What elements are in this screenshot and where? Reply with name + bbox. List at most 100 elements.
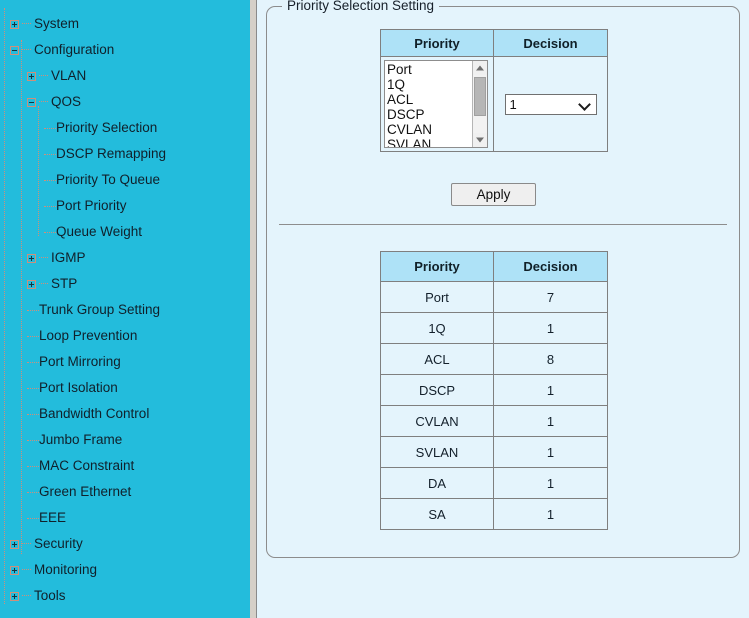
expand-plus-icon[interactable] [27, 253, 36, 263]
sidebar-item-vlan[interactable]: VLAN [0, 63, 250, 89]
priority-listbox[interactable]: Port 1Q ACL DSCP CVLAN SVLAN [384, 60, 488, 148]
tree-connector-icon [39, 283, 48, 285]
listbox-option[interactable]: CVLAN [387, 122, 472, 137]
expand-plus-icon[interactable] [27, 71, 36, 81]
expand-plus-icon[interactable] [10, 19, 19, 29]
main-content: Priority Selection Setting Priority Deci… [257, 0, 749, 618]
expand-plus-icon[interactable] [10, 539, 19, 549]
cell-priority: DSCP [380, 374, 494, 406]
scroll-up-button[interactable] [473, 61, 487, 75]
sidebar-item-igmp[interactable]: IGMP [0, 245, 250, 271]
sidebar-item-label: DSCP Remapping [56, 146, 167, 161]
scrollbar-thumb[interactable] [474, 77, 486, 116]
chevron-down-icon [579, 98, 591, 110]
sidebar-item-loop-prevention[interactable]: Loop Prevention [0, 323, 250, 349]
sidebar-item-stp[interactable]: STP [0, 271, 250, 297]
cell-priority: 1Q [380, 312, 494, 344]
table-header-row: Priority Decision [380, 29, 608, 57]
table-row: DA 1 [380, 467, 608, 499]
apply-button[interactable]: Apply [451, 183, 536, 206]
page-title: Priority Selection Setting [282, 0, 440, 13]
listbox-option[interactable]: SVLAN [387, 137, 472, 147]
result-header-decision: Decision [493, 251, 608, 282]
tree-connector-icon [22, 543, 31, 545]
sidebar-item-monitoring[interactable]: Monitoring [0, 557, 250, 583]
expand-plus-icon[interactable] [10, 591, 19, 601]
table-row: Port 7 [380, 281, 608, 313]
sidebar-item-configuration[interactable]: Configuration [0, 37, 250, 63]
expand-plus-icon[interactable] [27, 279, 36, 289]
tree-leaf-connector-icon [27, 306, 39, 315]
sidebar-item-label: System [34, 16, 80, 31]
sidebar-item-tools[interactable]: Tools [0, 583, 250, 609]
arrow-down-icon [476, 137, 484, 143]
listbox-option[interactable]: ACL [387, 92, 472, 107]
section-separator [279, 224, 727, 225]
sidebar-item-mac-constraint[interactable]: MAC Constraint [0, 453, 250, 479]
tree-leaf-connector-icon [44, 202, 56, 211]
sidebar-item-label: VLAN [51, 68, 87, 83]
listbox-scrollbar[interactable] [472, 61, 487, 147]
cell-priority: DA [380, 467, 494, 499]
result-table-body: Port 7 1Q 1 ACL 8 DSCP 1 CVLAN 1 SVLAN 1 DA 1 SA 1 [380, 281, 608, 530]
cell-decision: 1 [493, 405, 608, 437]
sidebar-tree: System Configuration VLAN QOS Priority Selec… [0, 11, 250, 609]
sidebar-item-port-mirroring[interactable]: Port Mirroring [0, 349, 250, 375]
cell-priority: Port [380, 281, 494, 313]
tree-leaf-connector-icon [27, 332, 39, 341]
tree-connector-icon [39, 101, 48, 103]
tree-leaf-connector-icon [27, 384, 39, 393]
sidebar-item-system[interactable]: System [0, 11, 250, 37]
sidebar-item-eee[interactable]: EEE [0, 505, 250, 531]
sidebar-item-trunk-group-setting[interactable]: Trunk Group Setting [0, 297, 250, 323]
sidebar-item-label: Security [34, 536, 83, 551]
tree-guide-line-level2 [38, 106, 39, 236]
listbox-option[interactable]: Port [387, 62, 472, 77]
table-row: Port 1Q ACL DSCP CVLAN SVLAN 1 [380, 56, 608, 152]
priority-listbox-options[interactable]: Port 1Q ACL DSCP CVLAN SVLAN [385, 61, 472, 147]
app-window: System Configuration VLAN QOS Priority Selec… [0, 0, 749, 618]
sidebar-item-label: EEE [39, 510, 67, 525]
collapse-minus-icon[interactable] [27, 97, 36, 107]
sidebar-item-security[interactable]: Security [0, 531, 250, 557]
tree-leaf-connector-icon [27, 462, 39, 471]
collapse-minus-icon[interactable] [10, 45, 19, 55]
sidebar-item-label: Queue Weight [56, 224, 143, 239]
cell-decision: 1 [493, 374, 608, 406]
sidebar-item-port-isolation[interactable]: Port Isolation [0, 375, 250, 401]
table-row: 1Q 1 [380, 312, 608, 344]
sidebar-item-label: Priority To Queue [56, 172, 161, 187]
cell-decision: 1 [493, 312, 608, 344]
tree-connector-icon [39, 257, 48, 259]
tree-leaf-connector-icon [27, 514, 39, 523]
sidebar-item-label: Bandwidth Control [39, 406, 150, 421]
tree-connector-icon [22, 23, 31, 25]
sidebar-item-green-ethernet[interactable]: Green Ethernet [0, 479, 250, 505]
tree-leaf-connector-icon [44, 124, 56, 133]
sidebar-item-bandwidth-control[interactable]: Bandwidth Control [0, 401, 250, 427]
decision-select[interactable]: 1 [504, 93, 597, 115]
table-row: CVLAN 1 [380, 405, 608, 437]
result-table-head: Priority Decision [380, 251, 608, 282]
navigation-sidebar: System Configuration VLAN QOS Priority Selec… [0, 0, 250, 618]
expand-plus-icon[interactable] [10, 565, 19, 575]
listbox-option[interactable]: DSCP [387, 107, 472, 122]
tree-guide-line-level1 [21, 40, 22, 554]
cell-decision: 7 [493, 281, 608, 313]
scrollbar-track[interactable] [473, 75, 487, 133]
tree-connector-icon [22, 595, 31, 597]
apply-button-container: Apply [380, 183, 607, 206]
priority-cell: Port 1Q ACL DSCP CVLAN SVLAN [380, 56, 494, 152]
scroll-down-button[interactable] [473, 133, 487, 147]
table-row: ACL 8 [380, 343, 608, 375]
sidebar-item-label: Port Priority [56, 198, 127, 213]
arrow-up-icon [476, 65, 484, 71]
sidebar-item-label: IGMP [51, 250, 86, 265]
cell-priority: ACL [380, 343, 494, 375]
pane-divider[interactable] [250, 0, 257, 618]
tree-leaf-connector-icon [27, 358, 39, 367]
sidebar-item-jumbo-frame[interactable]: Jumbo Frame [0, 427, 250, 453]
sidebar-item-label: Monitoring [34, 562, 98, 577]
tree-leaf-connector-icon [44, 228, 56, 237]
listbox-option[interactable]: 1Q [387, 77, 472, 92]
